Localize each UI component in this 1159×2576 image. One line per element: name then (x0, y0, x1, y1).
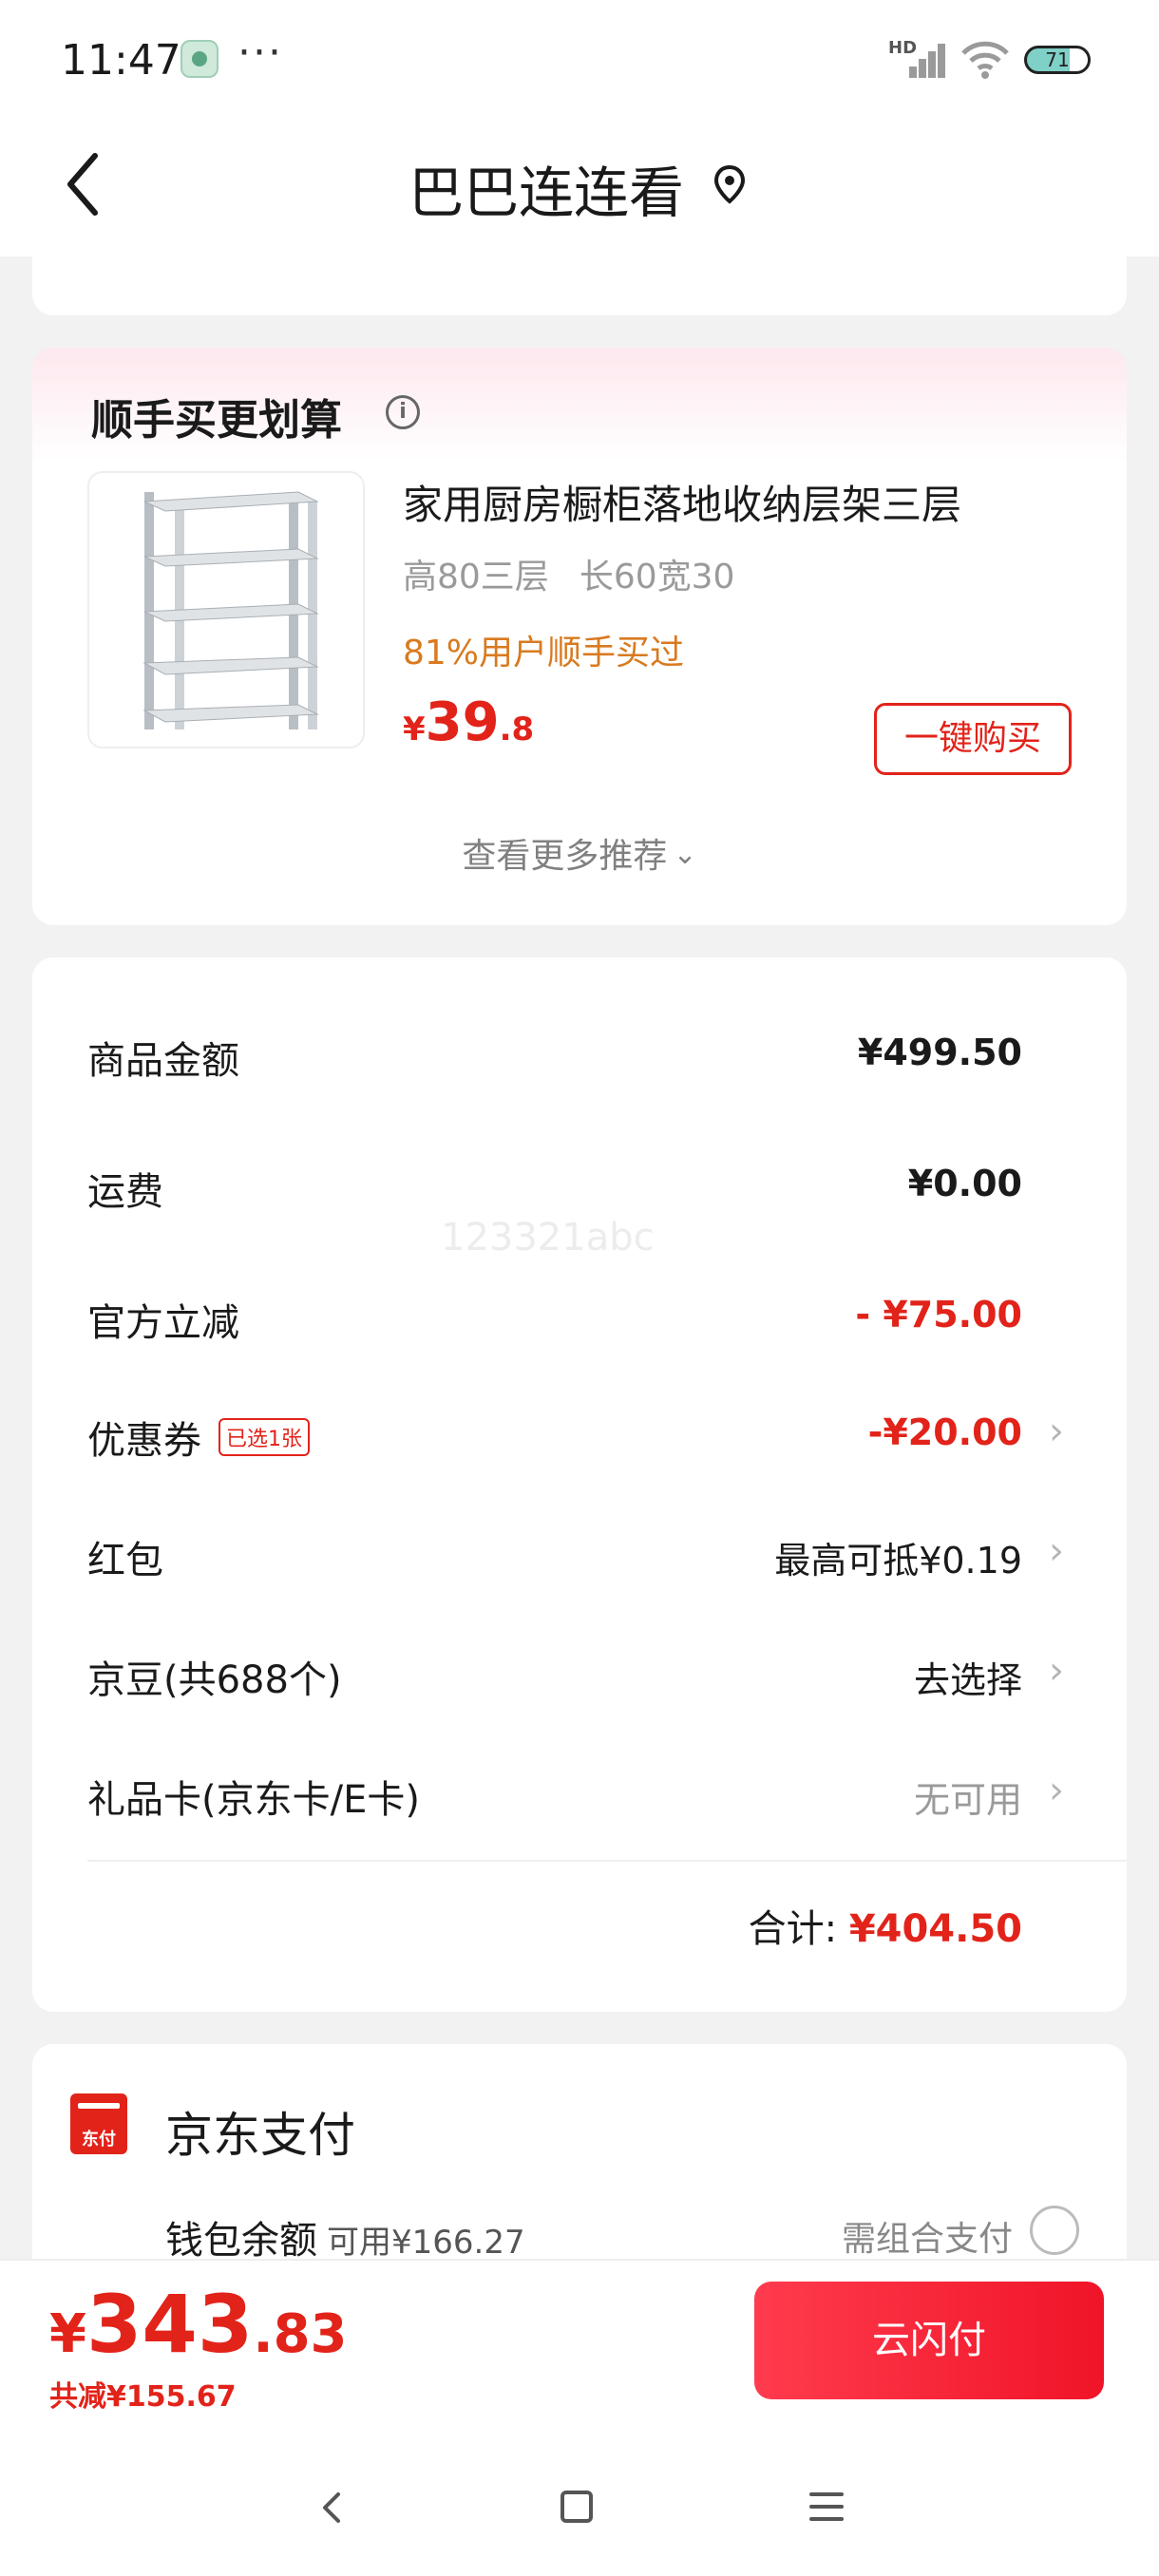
price-summary-card: 123321abc 商品金额 ¥499.50 运费 ¥0.00 官方立减 - ¥… (32, 957, 1127, 2012)
one-click-buy-button[interactable]: 一键购买 (874, 703, 1072, 775)
coupon-label: 优惠券 (87, 1419, 201, 1463)
status-bar: 11:47 ··· HD 71 (0, 0, 1159, 118)
more-recommendations-label: 查看更多推荐 (462, 837, 668, 876)
product-price-symbol: ¥ (403, 710, 426, 748)
page-title: 巴巴连连看 (408, 161, 684, 225)
divider (87, 1860, 1127, 1862)
system-menu-icon[interactable] (809, 2492, 844, 2521)
summary-label: 京豆(共688个) (87, 1658, 342, 1702)
nav-header: 巴巴连连看 (0, 118, 1159, 256)
product-price: ¥39.8 (403, 691, 534, 753)
status-time: 11:47 (61, 36, 181, 85)
summary-label: 官方立减 (87, 1301, 239, 1345)
summary-label: 优惠券 已选1张 (87, 1410, 310, 1465)
summary-label: 红包 (87, 1539, 163, 1582)
summary-row-goods-amount: 商品金额 ¥499.50 (32, 1030, 1127, 1087)
total-saved: 共减¥155.67 (49, 2380, 237, 2414)
pay-button[interactable]: 云闪付 (754, 2282, 1104, 2399)
wifi-icon (961, 41, 1009, 79)
summary-row-official-discount: 官方立减 - ¥75.00 (32, 1292, 1127, 1349)
recommend-title: 顺手买更划算 (91, 396, 342, 445)
system-nav-bar (0, 2460, 1159, 2555)
system-back-icon[interactable] (314, 2489, 352, 2527)
summary-row-shipping: 运费 ¥0.00 (32, 1161, 1127, 1218)
total-amount: ¥404.50 (848, 1907, 1022, 1951)
product-spec-size: 高80三层 (403, 558, 549, 597)
wallet-label: 钱包余额 (165, 2219, 317, 2263)
jd-pay-icon: 东付 (70, 2093, 127, 2154)
product-buyers-note: 81%用户顺手买过 (403, 634, 685, 672)
signal-icon (898, 38, 945, 78)
payment-title: 京东支付 (165, 2108, 355, 2163)
summary-label: 礼品卡(京东卡/E卡) (87, 1778, 420, 1822)
wallet-balance-option[interactable]: 钱包余额 可用¥166.27 (165, 2209, 525, 2264)
wallet-radio-button[interactable] (1030, 2206, 1079, 2255)
final-price: ¥343.83 (49, 2278, 348, 2371)
final-price-dec: .83 (253, 2303, 348, 2365)
recommend-card: 顺手买更划算 i 家用厨房橱柜落地收纳层架三层 高80三层 长60宽30 81%用… (32, 348, 1127, 925)
summary-label: 商品金额 (87, 1039, 239, 1083)
order-total: 合计: ¥404.50 (749, 1898, 1022, 1953)
more-notifications-icon: ··· (238, 28, 283, 77)
summary-row-coupon[interactable]: 优惠券 已选1张 -¥20.00 › (32, 1410, 1127, 1467)
location-pin-icon[interactable] (712, 163, 747, 205)
chevron-right-icon: › (1049, 1410, 1064, 1453)
summary-row-jd-beans[interactable]: 京豆(共688个) 去选择 › (32, 1649, 1127, 1706)
summary-value: -¥20.00 (867, 1411, 1022, 1453)
more-recommendations-link[interactable]: 查看更多推荐 ⌄ (32, 828, 1127, 878)
notification-app-icon (180, 40, 218, 78)
coupon-selected-badge: 已选1张 (218, 1418, 310, 1456)
wallet-available: 可用¥166.27 (327, 2224, 525, 2262)
summary-label: 运费 (87, 1170, 163, 1214)
summary-row-gift-card[interactable]: 礼品卡(京东卡/E卡) 无可用 › (32, 1769, 1127, 1826)
product-spec-dimensions: 长60宽30 (579, 558, 735, 597)
wallet-note: 需组合支付 (841, 2220, 1013, 2259)
summary-row-red-packet[interactable]: 红包 最高可抵¥0.19 › (32, 1529, 1127, 1586)
battery-icon: 71 (1024, 46, 1091, 74)
chevron-right-icon: › (1049, 1529, 1064, 1573)
product-price-int: 39 (425, 691, 500, 753)
total-label: 合计: (748, 1907, 838, 1951)
chevron-right-icon: › (1049, 1649, 1064, 1693)
product-image[interactable] (87, 471, 365, 748)
info-icon[interactable]: i (386, 395, 420, 429)
summary-value: 最高可抵¥0.19 (774, 1540, 1022, 1582)
shelf-image (142, 491, 319, 729)
watermark: 123321abc (441, 1216, 655, 1260)
system-home-icon[interactable] (560, 2491, 593, 2523)
product-spec: 高80三层 长60宽30 (403, 549, 734, 598)
chevron-down-icon: ⌄ (673, 838, 697, 871)
previous-section-card (32, 237, 1127, 315)
product-name[interactable]: 家用厨房橱柜落地收纳层架三层 (403, 473, 961, 531)
chevron-right-icon: › (1049, 1769, 1064, 1812)
product-price-dec: .8 (499, 710, 535, 748)
final-price-symbol: ¥ (49, 2303, 86, 2365)
summary-value: - ¥75.00 (855, 1294, 1022, 1335)
summary-value: ¥0.00 (907, 1163, 1022, 1204)
summary-value: 无可用 (913, 1779, 1022, 1821)
summary-value: 去选择 (913, 1659, 1022, 1701)
summary-value: ¥499.50 (857, 1032, 1022, 1073)
final-price-int: 343 (86, 2278, 254, 2371)
